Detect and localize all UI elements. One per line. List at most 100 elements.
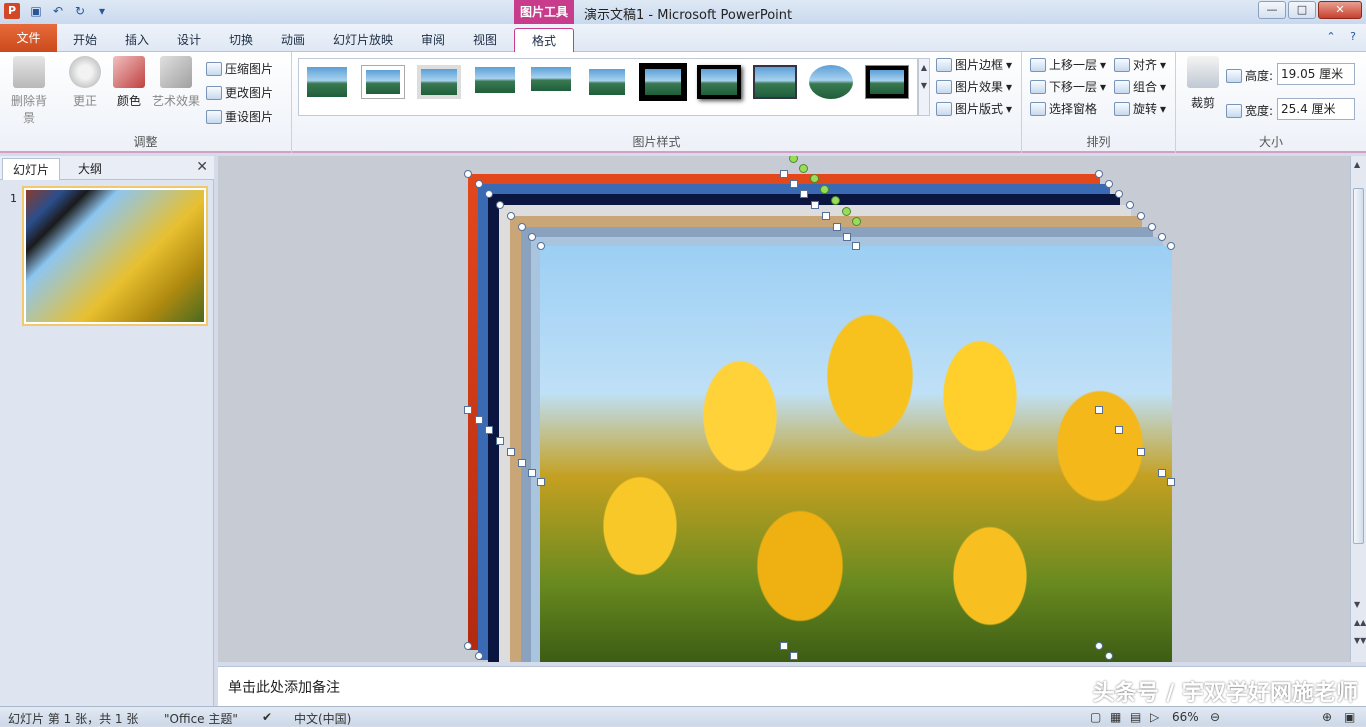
slideshow-view-icon[interactable]: ▷ xyxy=(1150,710,1159,724)
resize-handle[interactable] xyxy=(507,212,515,220)
group-button[interactable]: 组合 ▾ xyxy=(1114,78,1166,95)
selection-pane-button[interactable]: 选择窗格 xyxy=(1030,100,1097,117)
next-slide-icon[interactable]: ▼▼ xyxy=(1354,636,1366,645)
resize-handle[interactable] xyxy=(1095,642,1103,650)
notes-placeholder[interactable]: 单击此处添加备注 xyxy=(228,677,340,697)
resize-handle[interactable] xyxy=(1148,223,1156,231)
spell-check-icon[interactable]: ✔ xyxy=(262,710,272,724)
resize-handle[interactable] xyxy=(1137,448,1145,456)
resize-handle[interactable] xyxy=(843,233,851,241)
resize-handle[interactable] xyxy=(464,406,472,414)
reading-view-icon[interactable]: ▤ xyxy=(1130,710,1141,724)
style-thumb[interactable] xyxy=(865,65,909,99)
maximize-icon[interactable]: □ xyxy=(1288,1,1316,19)
style-thumb[interactable] xyxy=(361,65,405,99)
tab-transitions[interactable]: 切换 xyxy=(218,28,264,52)
resize-handle[interactable] xyxy=(1167,242,1175,250)
resize-handle[interactable] xyxy=(1095,170,1103,178)
resize-handle[interactable] xyxy=(1137,212,1145,220)
resize-handle[interactable] xyxy=(537,242,545,250)
zoom-out-icon[interactable]: ⊖ xyxy=(1210,710,1220,724)
rotation-handle[interactable] xyxy=(820,185,829,194)
resize-handle[interactable] xyxy=(464,642,472,650)
resize-handle[interactable] xyxy=(1126,201,1134,209)
height-field[interactable]: 19.05 厘米 xyxy=(1277,63,1355,85)
corrections-button[interactable]: 更正 xyxy=(62,56,108,109)
scroll-up-icon[interactable]: ▲ xyxy=(1354,160,1360,169)
language[interactable]: 中文(中国) xyxy=(294,710,351,727)
slide-editor[interactable] xyxy=(218,156,1350,662)
resize-handle[interactable] xyxy=(1158,469,1166,477)
minimize-icon[interactable]: — xyxy=(1258,1,1286,19)
rotation-handle[interactable] xyxy=(789,156,798,163)
undo-icon[interactable]: ↶ xyxy=(50,3,66,19)
tab-home[interactable]: 开始 xyxy=(62,28,108,52)
resize-handle[interactable] xyxy=(780,170,788,178)
artistic-effects-button[interactable]: 艺术效果 xyxy=(150,56,202,109)
fit-to-window-icon[interactable]: ▣ xyxy=(1344,710,1355,724)
minimize-ribbon-icon[interactable]: ⌃ xyxy=(1324,30,1338,44)
resize-handle[interactable] xyxy=(496,201,504,209)
resize-handle[interactable] xyxy=(528,469,536,477)
crop-button[interactable]: 裁剪 xyxy=(1180,56,1226,111)
reset-picture-button[interactable]: 重设图片 xyxy=(206,108,273,125)
change-picture-button[interactable]: 更改图片 xyxy=(206,84,273,101)
tab-format[interactable]: 格式 xyxy=(514,28,574,52)
bring-forward-button[interactable]: 上移一层 ▾ xyxy=(1030,56,1106,73)
notes-pane[interactable]: 单击此处添加备注 头条号 / 宇双学好网施老师 xyxy=(218,666,1366,706)
width-field[interactable]: 25.4 厘米 xyxy=(1277,98,1355,120)
resize-handle[interactable] xyxy=(485,190,493,198)
picture-layout-button[interactable]: 图片版式 ▾ xyxy=(936,100,1012,117)
customize-qat-icon[interactable]: ▾ xyxy=(94,3,110,19)
resize-handle[interactable] xyxy=(822,212,830,220)
resize-handle[interactable] xyxy=(1105,652,1113,660)
save-icon[interactable]: ▣ xyxy=(28,3,44,19)
rotation-handle[interactable] xyxy=(852,217,861,226)
resize-handle[interactable] xyxy=(800,190,808,198)
resize-handle[interactable] xyxy=(780,642,788,650)
normal-view-icon[interactable]: ▢ xyxy=(1090,710,1101,724)
resize-handle[interactable] xyxy=(833,223,841,231)
style-thumb[interactable] xyxy=(529,65,573,99)
style-thumb[interactable] xyxy=(697,65,741,99)
help-icon[interactable]: ? xyxy=(1346,30,1360,44)
tab-slides-pane[interactable]: 幻灯片 xyxy=(2,158,60,180)
theme-name[interactable]: "Office 主题" xyxy=(164,710,238,727)
close-icon[interactable]: ✕ xyxy=(1318,1,1362,19)
resize-handle[interactable] xyxy=(1158,233,1166,241)
tab-animations[interactable]: 动画 xyxy=(270,28,316,52)
resize-handle[interactable] xyxy=(1095,406,1103,414)
rotation-handle[interactable] xyxy=(810,174,819,183)
close-pane-icon[interactable]: ✕ xyxy=(196,159,208,175)
slide-thumbnail[interactable] xyxy=(22,186,208,326)
zoom-level[interactable]: 66% xyxy=(1172,710,1199,724)
tulip-picture[interactable] xyxy=(540,246,1172,662)
resize-handle[interactable] xyxy=(475,180,483,188)
resize-handle[interactable] xyxy=(1167,478,1175,486)
redo-icon[interactable]: ↻ xyxy=(72,3,88,19)
resize-handle[interactable] xyxy=(518,223,526,231)
style-thumb[interactable] xyxy=(305,65,349,99)
vertical-scrollbar[interactable]: ▲ ▼ ▲▲ ▼▼ xyxy=(1350,156,1366,662)
resize-handle[interactable] xyxy=(852,242,860,250)
resize-handle[interactable] xyxy=(507,448,515,456)
picture-effects-button[interactable]: 图片效果 ▾ xyxy=(936,78,1012,95)
resize-handle[interactable] xyxy=(1115,426,1123,434)
tab-file[interactable]: 文件 xyxy=(0,24,57,52)
zoom-in-icon[interactable]: ⊕ xyxy=(1322,710,1332,724)
remove-background-button[interactable]: 删除背景 xyxy=(6,56,52,126)
resize-handle[interactable] xyxy=(1115,190,1123,198)
resize-handle[interactable] xyxy=(485,426,493,434)
tab-insert[interactable]: 插入 xyxy=(114,28,160,52)
rotation-handle[interactable] xyxy=(842,207,851,216)
resize-handle[interactable] xyxy=(496,437,504,445)
compress-pictures-button[interactable]: 压缩图片 xyxy=(206,60,273,77)
color-button[interactable]: 颜色 xyxy=(106,56,152,109)
style-thumb[interactable] xyxy=(417,65,461,99)
resize-handle[interactable] xyxy=(475,652,483,660)
align-button[interactable]: 对齐 ▾ xyxy=(1114,56,1166,73)
tab-slideshow[interactable]: 幻灯片放映 xyxy=(322,28,404,52)
style-thumb[interactable] xyxy=(639,63,687,101)
picture-border-button[interactable]: 图片边框 ▾ xyxy=(936,56,1012,73)
powerpoint-app-icon[interactable]: P xyxy=(4,3,20,19)
